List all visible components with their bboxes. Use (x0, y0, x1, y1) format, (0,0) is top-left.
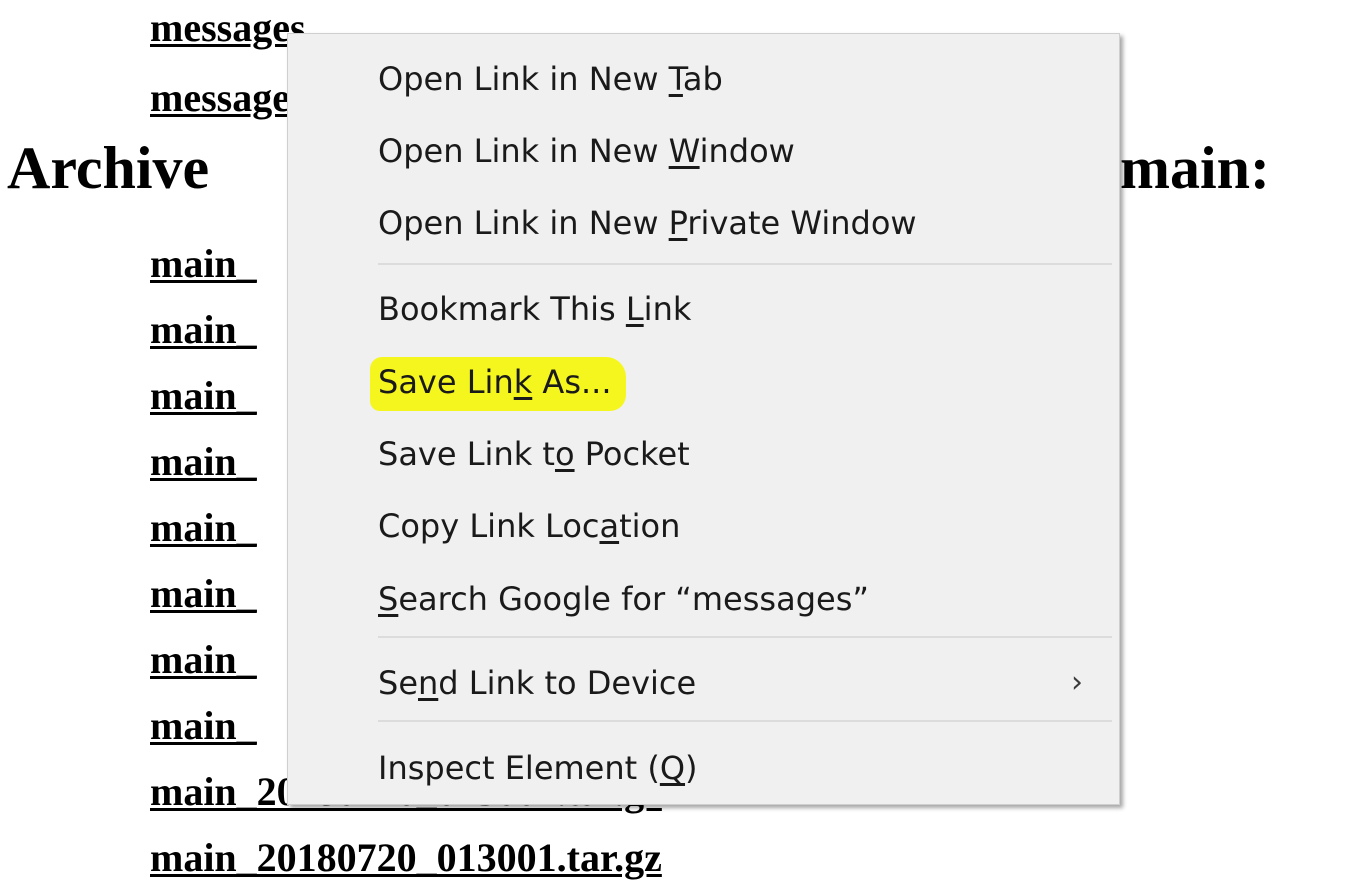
link-main-archive[interactable]: main_ (150, 706, 257, 746)
link-main-archive[interactable]: main_ (150, 640, 257, 680)
menu-item-label: Copy Link Location (378, 507, 681, 545)
menu-item-open-link-private-window[interactable]: Open Link in New Private Window (378, 193, 1119, 253)
context-menu: Open Link in New Tab Open Link in New Wi… (287, 33, 1120, 805)
chevron-right-icon: › (1071, 665, 1083, 700)
menu-item-label: Save Link to Pocket (378, 435, 690, 473)
menu-item-label: Search Google for “messages” (378, 580, 869, 618)
menu-item-label: Send Link to Device (378, 664, 697, 702)
archive-heading: Archive (7, 135, 210, 201)
menu-item-label: Inspect Element (Q) (378, 749, 698, 787)
menu-item-label: Open Link in New Private Window (378, 204, 917, 242)
link-main-archive[interactable]: main_20180720_013001.tar.gz (150, 838, 662, 878)
menu-separator (378, 720, 1112, 722)
menu-item-search-google[interactable]: Search Google for “messages” (378, 569, 1119, 629)
menu-item-label: Open Link in New Window (378, 132, 795, 170)
menu-item-inspect-element[interactable]: Inspect Element (Q) (378, 738, 1119, 798)
menu-item-save-link-as[interactable]: Save Link As... (370, 352, 1119, 412)
menu-item-save-link-to-pocket[interactable]: Save Link to Pocket (378, 424, 1119, 484)
link-main-archive[interactable]: main_ (150, 442, 257, 482)
menu-item-bookmark-link[interactable]: Bookmark This Link (378, 279, 1119, 339)
menu-item-send-link-to-device[interactable]: Send Link to Device › (378, 653, 1119, 713)
menu-item-label: Open Link in New Tab (378, 60, 723, 98)
menu-separator (378, 263, 1112, 265)
link-messages[interactable]: messages (150, 8, 306, 48)
link-messages[interactable]: messages (150, 78, 306, 118)
link-main-archive[interactable]: main_ (150, 574, 257, 614)
menu-item-label-highlighted: Save Link As... (370, 357, 626, 411)
menu-item-label: Bookmark This Link (378, 290, 692, 328)
link-main-archive[interactable]: main_ (150, 310, 257, 350)
menu-item-copy-link-location[interactable]: Copy Link Location (378, 496, 1119, 556)
menu-item-open-link-new-window[interactable]: Open Link in New Window (378, 121, 1119, 181)
menu-separator (378, 636, 1112, 638)
link-main-archive[interactable]: main_ (150, 244, 257, 284)
archive-heading-main: main: (1120, 135, 1270, 201)
link-main-archive[interactable]: main_ (150, 376, 257, 416)
link-main-archive[interactable]: main_ (150, 508, 257, 548)
menu-item-open-link-new-tab[interactable]: Open Link in New Tab (378, 49, 1119, 109)
